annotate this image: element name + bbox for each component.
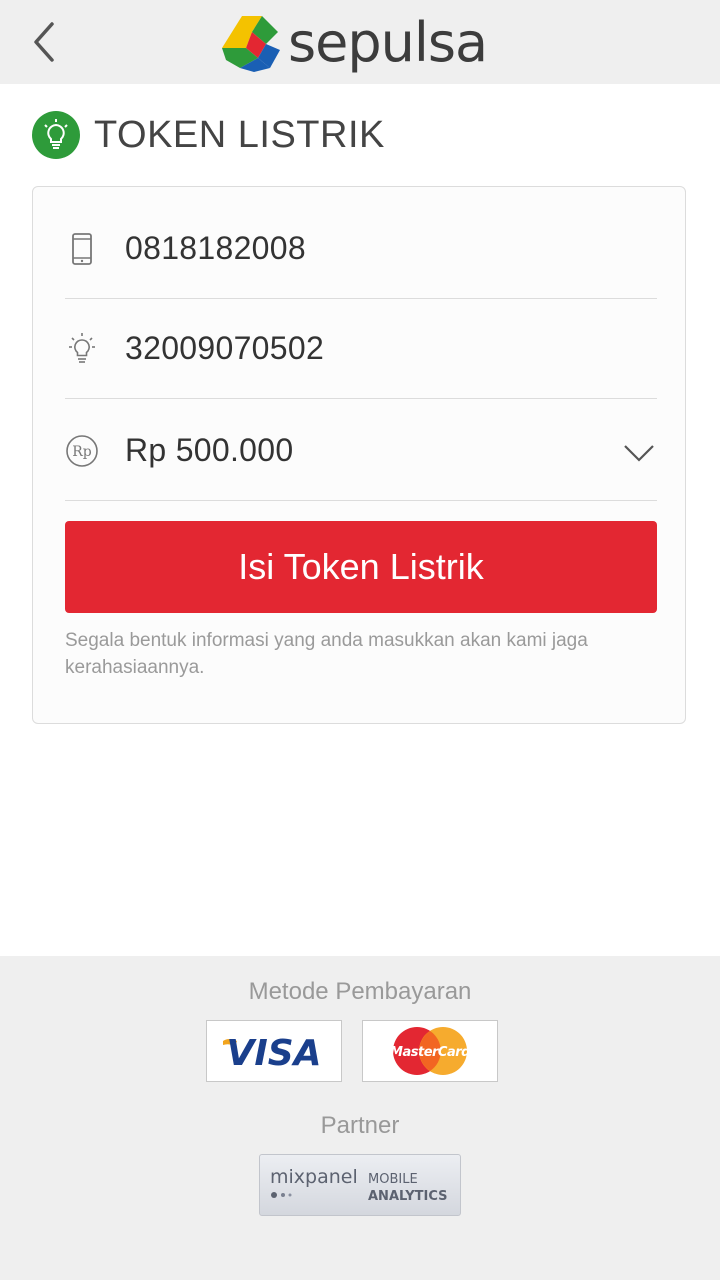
lightbulb-icon <box>32 111 80 159</box>
logo-text: sepulsa <box>288 10 488 74</box>
amount-select[interactable]: Rp Rp 500.000 <box>65 401 657 501</box>
visa-logo: VISA <box>206 1020 342 1082</box>
logo-mark-icon <box>222 16 280 72</box>
payment-methods-title: Metode Pembayaran <box>248 978 472 1005</box>
meter-number-field[interactable]: 32009070502 <box>65 299 657 399</box>
phone-value: 0818182008 <box>125 230 306 266</box>
svg-text:mixpanel: mixpanel <box>270 1166 358 1188</box>
page-title: TOKEN LISTRIK <box>94 113 385 156</box>
partner-title: Partner <box>320 1112 400 1139</box>
chevron-down-icon[interactable] <box>621 435 657 471</box>
phone-field[interactable]: 0818182008 <box>65 199 657 299</box>
chevron-left-icon <box>34 22 54 62</box>
isi-token-button[interactable]: Isi Token Listrik <box>65 521 657 613</box>
footer: Metode Pembayaran VISA MasterCard Partne… <box>0 956 720 1280</box>
amount-value: Rp 500.000 <box>125 432 294 468</box>
token-form-card: 0818182008 32009070502 Rp Rp 500.000 Isi… <box>32 186 686 724</box>
rupiah-icon: Rp <box>65 431 99 471</box>
svg-text:MOBILE: MOBILE <box>368 1172 418 1187</box>
privacy-note: Segala bentuk informasi yang anda masukk… <box>65 630 588 678</box>
svg-text:ANALYTICS: ANALYTICS <box>368 1189 448 1204</box>
mobile-phone-icon <box>65 229 99 269</box>
meter-number-value: 32009070502 <box>125 330 325 366</box>
svg-text:VISA: VISA <box>226 1033 321 1073</box>
top-bar: sepulsa <box>0 0 720 84</box>
mixpanel-logo: mixpanel MOBILE ANALYTICS <box>259 1154 461 1216</box>
back-button[interactable] <box>22 14 66 70</box>
page-heading: TOKEN LISTRIK <box>32 110 385 160</box>
svg-text:MasterCard: MasterCard <box>390 1045 471 1060</box>
svg-text:Rp: Rp <box>72 444 92 460</box>
mastercard-logo: MasterCard <box>362 1020 498 1082</box>
sepulsa-logo: sepulsa <box>218 6 508 78</box>
lightbulb-icon <box>65 329 99 369</box>
